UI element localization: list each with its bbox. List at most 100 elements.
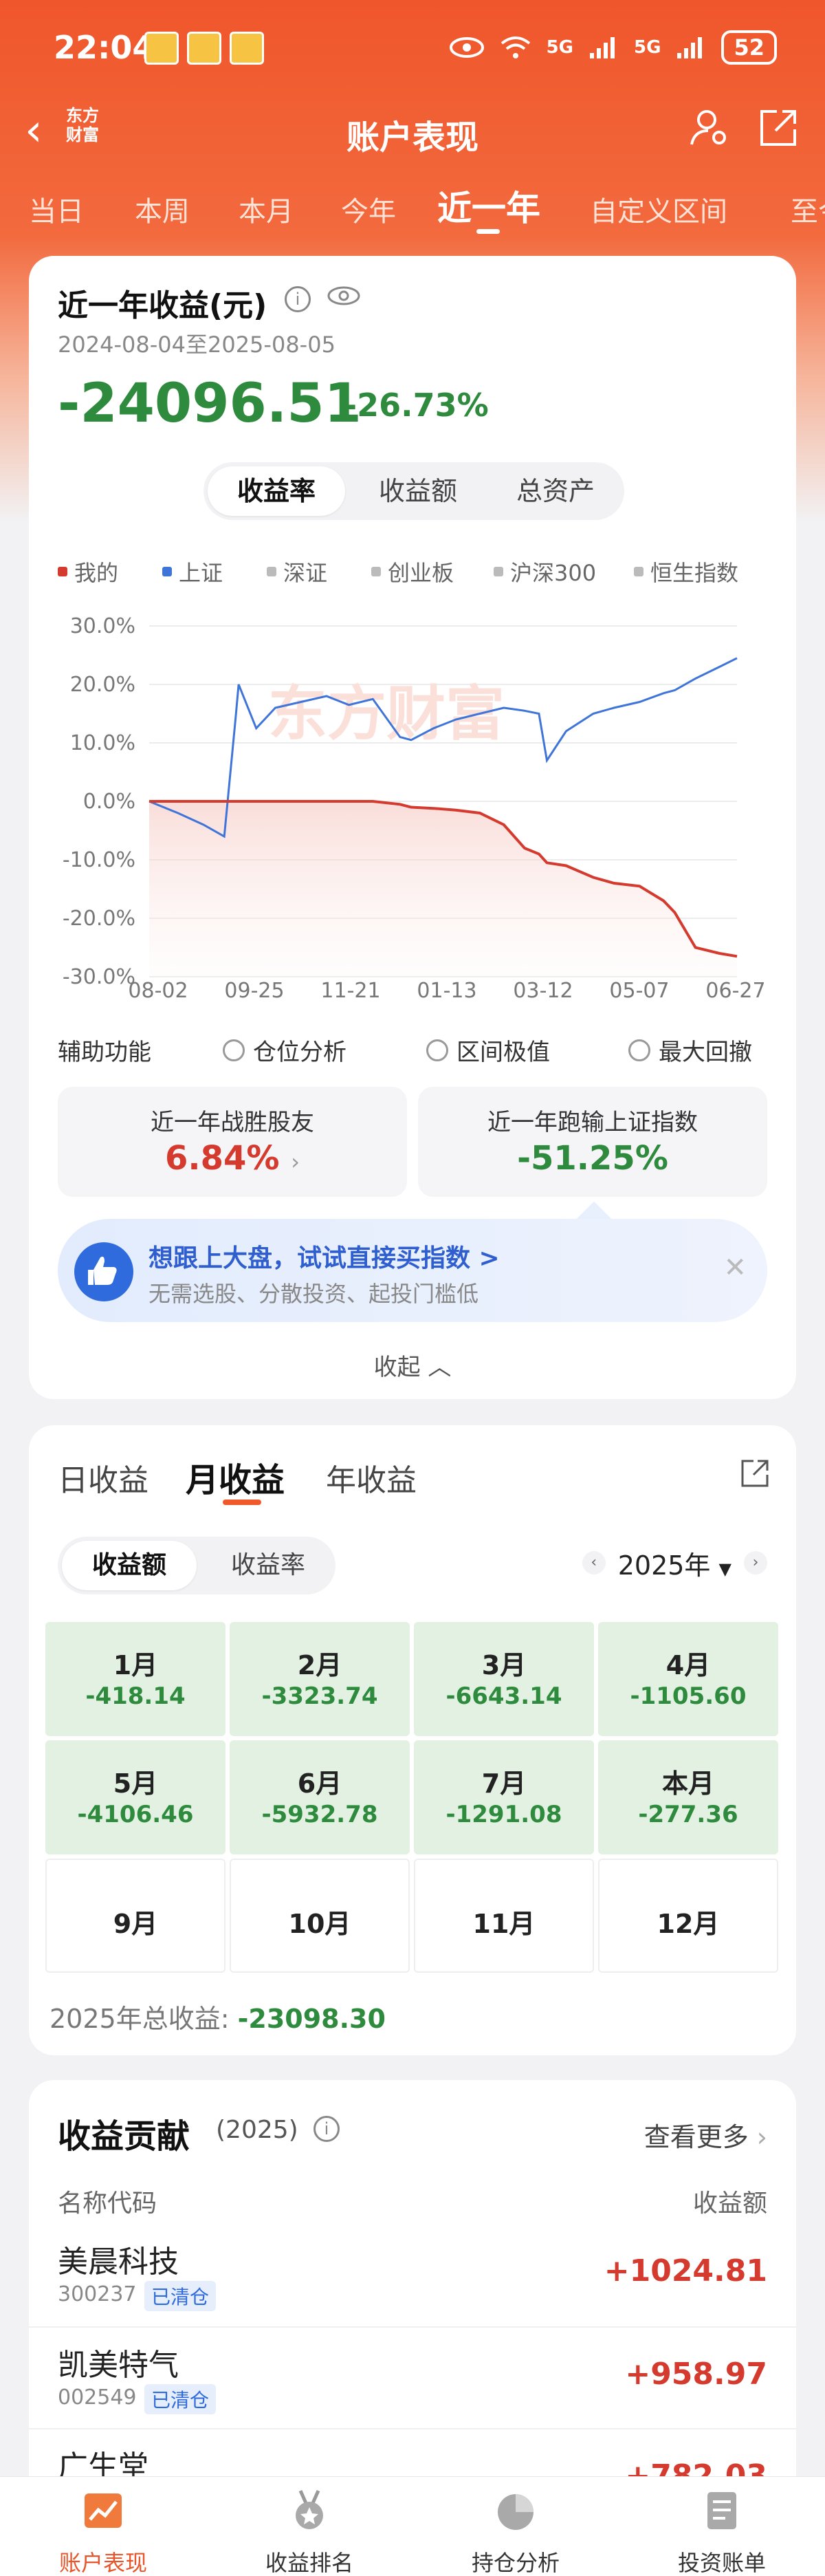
tab-this-year[interactable]: 今年: [341, 189, 396, 229]
user-settings-icon[interactable]: [688, 106, 732, 150]
network-type: 5G: [634, 37, 661, 58]
nav-account-performance[interactable]: 账户表现: [0, 2487, 206, 2576]
tab-this-month[interactable]: 本月: [239, 189, 294, 229]
nav-label: 持仓分析: [471, 2550, 560, 2576]
legend-swatch: [494, 567, 503, 576]
tab-yearly-returns[interactable]: 年收益: [326, 1455, 417, 1500]
legend-label: 创业板: [388, 560, 454, 586]
legend-item-shenzhen[interactable]: 深证: [267, 556, 327, 587]
nav-investment-bill[interactable]: 投资账单: [619, 2487, 825, 2576]
metric-tab-assets[interactable]: 总资产: [487, 462, 624, 520]
x-tick-label: 09-25: [224, 979, 284, 999]
month-cell[interactable]: 7月 -1291.08: [414, 1740, 594, 1854]
month-cell[interactable]: 6月 -5932.78: [230, 1740, 410, 1854]
x-tick-label: 03-12: [513, 979, 573, 999]
x-tick-label: 11-21: [320, 979, 380, 999]
prev-year-button[interactable]: ‹: [582, 1551, 606, 1574]
period-tabs: 当日 本周 本月 今年 近一年 自定义区间 至今: [0, 175, 825, 237]
table-row[interactable]: 凯美特气 002549 已清仓 +958.97: [29, 2326, 796, 2428]
month-label: 11月: [472, 1909, 536, 1939]
y-tick-label: 0.0%: [83, 790, 135, 814]
y-tick-label: 30.0%: [70, 614, 135, 638]
profit-rate: -26.73%: [344, 387, 489, 424]
collapse-button[interactable]: 收起 ︿: [29, 1348, 796, 1382]
view-more-label: 查看更多: [644, 2122, 749, 2152]
legend-item-chinext[interactable]: 创业板: [371, 556, 454, 587]
info-icon[interactable]: i: [314, 2116, 340, 2142]
month-cell[interactable]: 11月: [414, 1859, 594, 1973]
month-cell[interactable]: 10月: [230, 1859, 410, 1973]
tab-this-week[interactable]: 本周: [135, 189, 190, 229]
month-cell[interactable]: 3月 -6643.14: [414, 1622, 594, 1736]
legend-item-hangseng[interactable]: 恒生指数: [634, 556, 738, 587]
metric-tab-amount[interactable]: 收益额: [62, 1541, 197, 1590]
info-icon[interactable]: i: [285, 286, 311, 312]
promo-banner[interactable]: 想跟上大盘，试试直接买指数 > 无需选股、分散投资、起投门槛低 ✕: [58, 1219, 767, 1322]
returns-chart[interactable]: 东方财富 30.0% 20.0% 10.0% 0.0% -10.0% -20.0% -30.…: [29, 600, 796, 999]
month-cell[interactable]: 9月: [45, 1859, 226, 1973]
aux-option-extreme[interactable]: 区间极值: [426, 1033, 550, 1067]
legend-swatch: [162, 567, 172, 576]
legend-item-shanghai[interactable]: 上证: [162, 556, 223, 587]
chevron-up-icon: ︿: [428, 1354, 452, 1381]
promo-title: 想跟上大盘，试试直接买指数 >: [148, 1244, 500, 1273]
year-dropdown[interactable]: 2025年 ▼: [618, 1544, 732, 1582]
share-icon[interactable]: [738, 1457, 771, 1490]
aux-option-drawdown[interactable]: 最大回撤: [628, 1033, 752, 1067]
month-cell[interactable]: 本月 -277.36: [598, 1740, 778, 1854]
tab-last-year[interactable]: 近一年: [437, 181, 540, 230]
table-row[interactable]: 美晨科技 300237 已清仓 +1024.81: [29, 2225, 796, 2326]
y-tick-label: -30.0%: [63, 965, 135, 989]
month-cell[interactable]: 5月 -4106.46: [45, 1740, 226, 1854]
close-icon[interactable]: ✕: [723, 1252, 747, 1284]
summary-card: 近一年收益(元) i 2024-08-04至2025-08-05 -24096.…: [29, 256, 796, 1399]
stock-code: 300237: [58, 2282, 137, 2306]
stock-name: 美晨科技: [58, 2244, 179, 2280]
aux-functions: 辅助功能 仓位分析 区间极值 最大回撤: [58, 1033, 773, 1068]
chart-legend: 我的 上证 深证 创业板 沪深300 恒生指数: [58, 556, 773, 590]
contribution-year: (2025): [216, 2116, 298, 2144]
legend-item-mine[interactable]: 我的: [58, 556, 118, 587]
metric-tab-rate[interactable]: 收益率: [201, 1537, 336, 1594]
eye-icon[interactable]: [326, 283, 362, 308]
month-value: -6643.14: [446, 1682, 562, 1710]
signal-icon: [677, 37, 703, 58]
tab-to-date[interactable]: 至今: [791, 189, 825, 229]
metric-switch: 收益率 收益额 总资产: [204, 462, 624, 520]
legend-label: 深证: [283, 560, 328, 586]
metric-tab-amount[interactable]: 收益额: [349, 462, 487, 520]
aux-option-position[interactable]: 仓位分析: [223, 1033, 346, 1067]
nav-label: 投资账单: [677, 2550, 766, 2576]
month-cell[interactable]: 12月: [598, 1859, 778, 1973]
view-more-link[interactable]: 查看更多 ›: [644, 2116, 767, 2154]
metric-tab-rate[interactable]: 收益率: [208, 466, 345, 516]
radio-icon: [426, 1039, 448, 1061]
legend-item-csi300[interactable]: 沪深300: [494, 556, 596, 587]
share-icon[interactable]: [756, 106, 800, 150]
notification-app-icon: [230, 32, 264, 65]
y-tick-label: -20.0%: [63, 907, 135, 931]
month-cell[interactable]: 4月 -1105.60: [598, 1622, 778, 1736]
nav-holdings-analysis[interactable]: 持仓分析: [412, 2487, 619, 2576]
tab-monthly-returns[interactable]: 月收益: [186, 1453, 285, 1501]
month-label: 3月: [481, 1650, 527, 1680]
network-type: 5G: [546, 37, 574, 58]
month-label: 7月: [481, 1768, 527, 1799]
stat-vs-shanghai[interactable]: 近一年跑输上证指数 -51.25%: [418, 1087, 767, 1197]
nav-profit-ranking[interactable]: 收益排名: [206, 2487, 412, 2576]
tab-today[interactable]: 当日: [29, 189, 84, 229]
caret-down-icon: ▼: [718, 1559, 732, 1579]
month-value: -277.36: [638, 1801, 738, 1828]
month-value: -5932.78: [261, 1801, 378, 1828]
next-year-button[interactable]: ›: [744, 1551, 767, 1574]
month-label: 12月: [657, 1909, 720, 1939]
month-cell[interactable]: 2月 -3323.74: [230, 1622, 410, 1736]
year-total-value: -23098.30: [237, 2004, 386, 2034]
month-cell[interactable]: 1月 -418.14: [45, 1622, 226, 1736]
y-tick-label: 10.0%: [70, 731, 135, 755]
stat-beat-peers[interactable]: 近一年战胜股友 6.84% ›: [58, 1087, 407, 1197]
tab-custom-range[interactable]: 自定义区间: [590, 189, 727, 229]
tab-daily-returns[interactable]: 日收益: [58, 1455, 148, 1500]
month-label: 4月: [666, 1650, 711, 1680]
month-label: 1月: [113, 1650, 158, 1680]
